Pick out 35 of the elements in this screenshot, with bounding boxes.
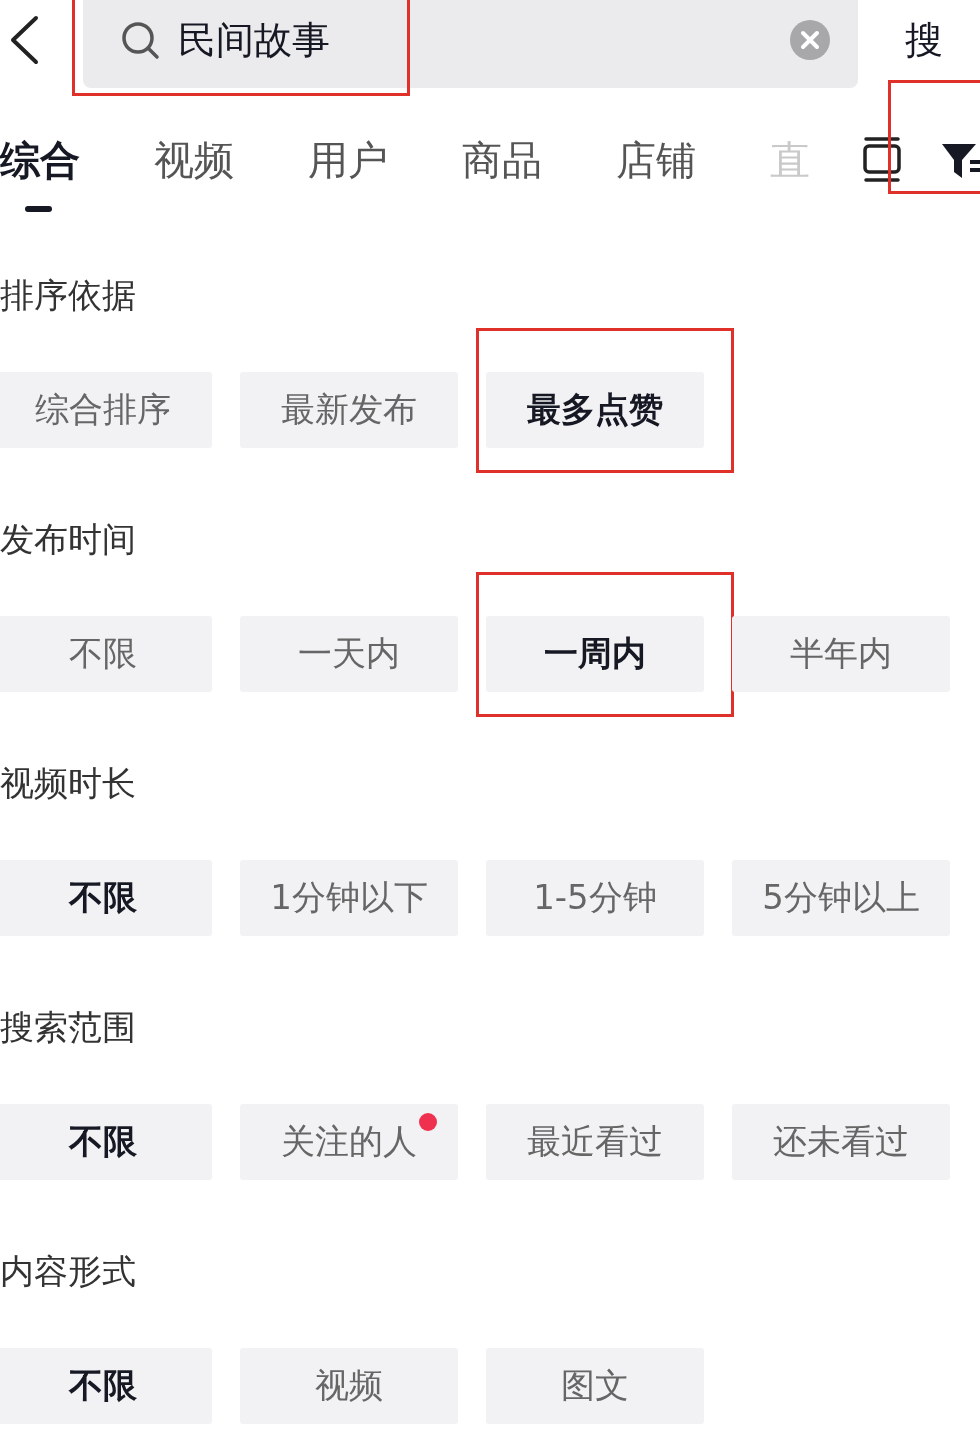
filter-chip[interactable]: 最多点赞 [486, 372, 704, 448]
tab[interactable]: 视频 [154, 130, 308, 190]
tab[interactable]: 综合 [0, 130, 154, 190]
search-icon[interactable] [120, 20, 160, 60]
filter-chip[interactable]: 1-5分钟 [486, 860, 704, 936]
filter-chip[interactable]: 综合排序 [0, 372, 212, 448]
search-button[interactable]: 搜 [905, 14, 943, 66]
search-input[interactable]: 民间故事 [178, 18, 790, 62]
tab[interactable]: 用户 [308, 130, 462, 190]
filter-chip[interactable]: 一周内 [486, 616, 704, 692]
filter-chip[interactable]: 不限 [0, 860, 212, 936]
tab[interactable]: 店铺 [616, 130, 770, 190]
search-field[interactable]: 民间故事 [83, 0, 858, 88]
section-title: 搜索范围 [0, 1006, 137, 1049]
tv-icon[interactable] [862, 137, 902, 183]
filter-chip[interactable]: 关注的人 [240, 1104, 458, 1180]
filter-chip[interactable]: 图文 [486, 1348, 704, 1424]
filter-chip[interactable]: 1分钟以下 [240, 860, 458, 936]
filter-chip[interactable]: 不限 [0, 616, 212, 692]
section-title: 排序依据 [0, 274, 137, 317]
tab[interactable]: 商品 [462, 130, 616, 190]
filter-chip[interactable]: 还未看过 [732, 1104, 950, 1180]
filter-chip[interactable]: 一天内 [240, 616, 458, 692]
section-title: 发布时间 [0, 518, 137, 561]
filter-chip[interactable]: 不限 [0, 1104, 212, 1180]
back-icon[interactable] [8, 15, 40, 65]
filter-chip[interactable]: 5分钟以上 [732, 860, 950, 936]
filter-chip[interactable]: 半年内 [732, 616, 950, 692]
filter-chip[interactable]: 最新发布 [240, 372, 458, 448]
tab-indicator [25, 206, 52, 212]
section-title: 内容形式 [0, 1250, 137, 1293]
filter-chip[interactable]: 最近看过 [486, 1104, 704, 1180]
section-title: 视频时长 [0, 762, 137, 805]
filter-chip[interactable]: 不限 [0, 1348, 212, 1424]
filter-chip[interactable]: 视频 [240, 1348, 458, 1424]
